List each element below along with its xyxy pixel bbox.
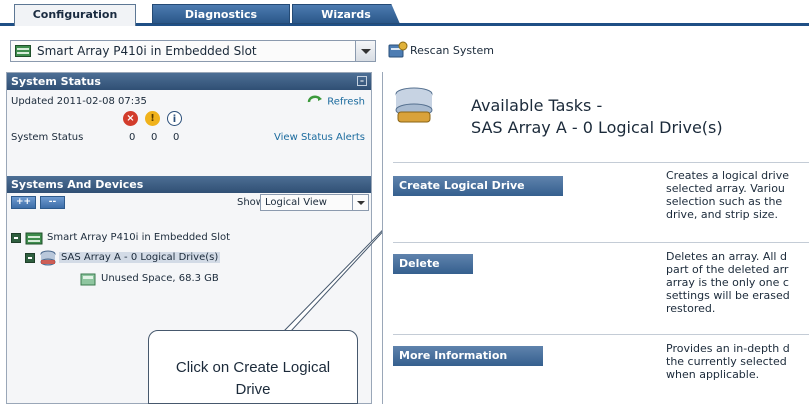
tree-item-unused-space[interactable]: Unused Space, 68.3 GB: [79, 271, 329, 287]
tab-configuration[interactable]: Configuration: [14, 4, 136, 26]
desc-line: settings will be erased: [666, 289, 790, 302]
tree-item-label: SAS Array A - 0 Logical Drive(s): [59, 252, 221, 263]
critical-icon[interactable]: ×: [123, 111, 138, 126]
info-icon[interactable]: i: [167, 111, 182, 126]
warning-count: 0: [151, 132, 158, 143]
delete-description: Deletes an array. All d part of the dele…: [666, 250, 809, 315]
callout-line-1: Click on Create Logical: [175, 359, 331, 376]
tree-item-array[interactable]: SAS Array A - 0 Logical Drive(s): [25, 250, 325, 266]
tree-item-controller[interactable]: Smart Array P410i in Embedded Slot: [11, 230, 351, 246]
desc-line: drive, and strip size.: [666, 208, 778, 221]
tree-item-label: Unused Space, 68.3 GB: [101, 273, 219, 284]
desc-line: selection such as the: [666, 195, 783, 208]
tab-bar: Configuration Diagnostics Wizards: [0, 0, 809, 26]
tab-diagnostics[interactable]: Diagnostics: [152, 4, 290, 24]
chevron-down-icon[interactable]: [355, 41, 375, 61]
right-panel: Available Tasks - SAS Array A - 0 Logica…: [382, 72, 809, 404]
tree-item-label: Smart Array P410i in Embedded Slot: [47, 232, 231, 243]
array-icon: [40, 250, 56, 266]
controller-select-value: Smart Array P410i in Embedded Slot: [37, 44, 257, 58]
tasks-subtitle: SAS Array A - 0 Logical Drive(s): [471, 118, 723, 137]
refresh-label: Refresh: [327, 96, 365, 108]
critical-count: 0: [129, 132, 136, 143]
collapse-tree-icon[interactable]: [11, 233, 21, 243]
collapse-all-button[interactable]: --: [40, 196, 65, 209]
info-count: 0: [173, 132, 180, 143]
controller-select[interactable]: Smart Array P410i in Embedded Slot: [10, 40, 376, 62]
tasks-title: Available Tasks -: [471, 96, 603, 115]
systems-devices-title: Systems And Devices: [11, 178, 144, 191]
collapse-tree-icon[interactable]: [25, 253, 35, 263]
desc-line: the currently selected: [666, 355, 787, 368]
view-status-alerts-link[interactable]: View Status Alerts: [274, 132, 365, 143]
desc-line: when applicable.: [666, 368, 760, 381]
controller-icon: [25, 232, 43, 245]
desc-line: Provides an in-depth d: [666, 342, 790, 355]
tab-wizards[interactable]: Wizards: [292, 4, 400, 24]
desc-line: Creates a logical drive: [666, 169, 790, 182]
system-status-label: System Status: [11, 132, 84, 143]
divider: [393, 162, 809, 163]
divider: [393, 242, 809, 243]
more-information-description: Provides an in-depth d the currently sel…: [666, 342, 809, 381]
delete-button[interactable]: Delete: [393, 254, 473, 274]
callout-line-2: Drive: [235, 381, 271, 398]
controller-icon: [15, 45, 31, 57]
divider: [393, 334, 809, 335]
system-status-header: System Status –: [7, 73, 371, 90]
rescan-label: Rescan System: [410, 44, 494, 57]
desc-line: selected array. Variou: [666, 182, 785, 195]
view-select-value: Logical View: [265, 197, 327, 208]
last-updated: Updated 2011-02-08 07:35: [11, 96, 147, 107]
desc-line: Deletes an array. All d: [666, 250, 787, 263]
controller-row: Smart Array P410i in Embedded Slot Resca…: [0, 29, 809, 71]
create-logical-drive-description: Creates a logical drive selected array. …: [666, 169, 809, 221]
status-icons: × ! i: [123, 111, 203, 129]
rescan-icon: [388, 41, 408, 58]
refresh-link[interactable]: Refresh: [306, 95, 365, 108]
desc-line: restored.: [666, 302, 716, 315]
expand-all-button[interactable]: ++: [11, 196, 36, 209]
desc-line: part of the deleted arr: [666, 263, 789, 276]
view-select[interactable]: Logical View: [260, 194, 369, 211]
desc-line: array is the only one c: [666, 276, 789, 289]
callout-box: Click on Create Logical Drive: [148, 330, 358, 404]
systems-devices-header: Systems And Devices: [7, 176, 371, 193]
more-information-button[interactable]: More Information: [393, 346, 543, 366]
warning-icon[interactable]: !: [145, 111, 160, 126]
refresh-icon: [307, 95, 323, 103]
chevron-down-icon[interactable]: [352, 195, 368, 210]
create-logical-drive-button[interactable]: Create Logical Drive: [393, 176, 563, 196]
tasks-array-icon: [395, 87, 433, 123]
system-status-title: System Status: [11, 75, 101, 88]
unused-space-icon: [80, 273, 96, 286]
callout-text: Click on Create Logical Drive: [149, 357, 357, 401]
collapse-icon[interactable]: –: [357, 76, 367, 86]
